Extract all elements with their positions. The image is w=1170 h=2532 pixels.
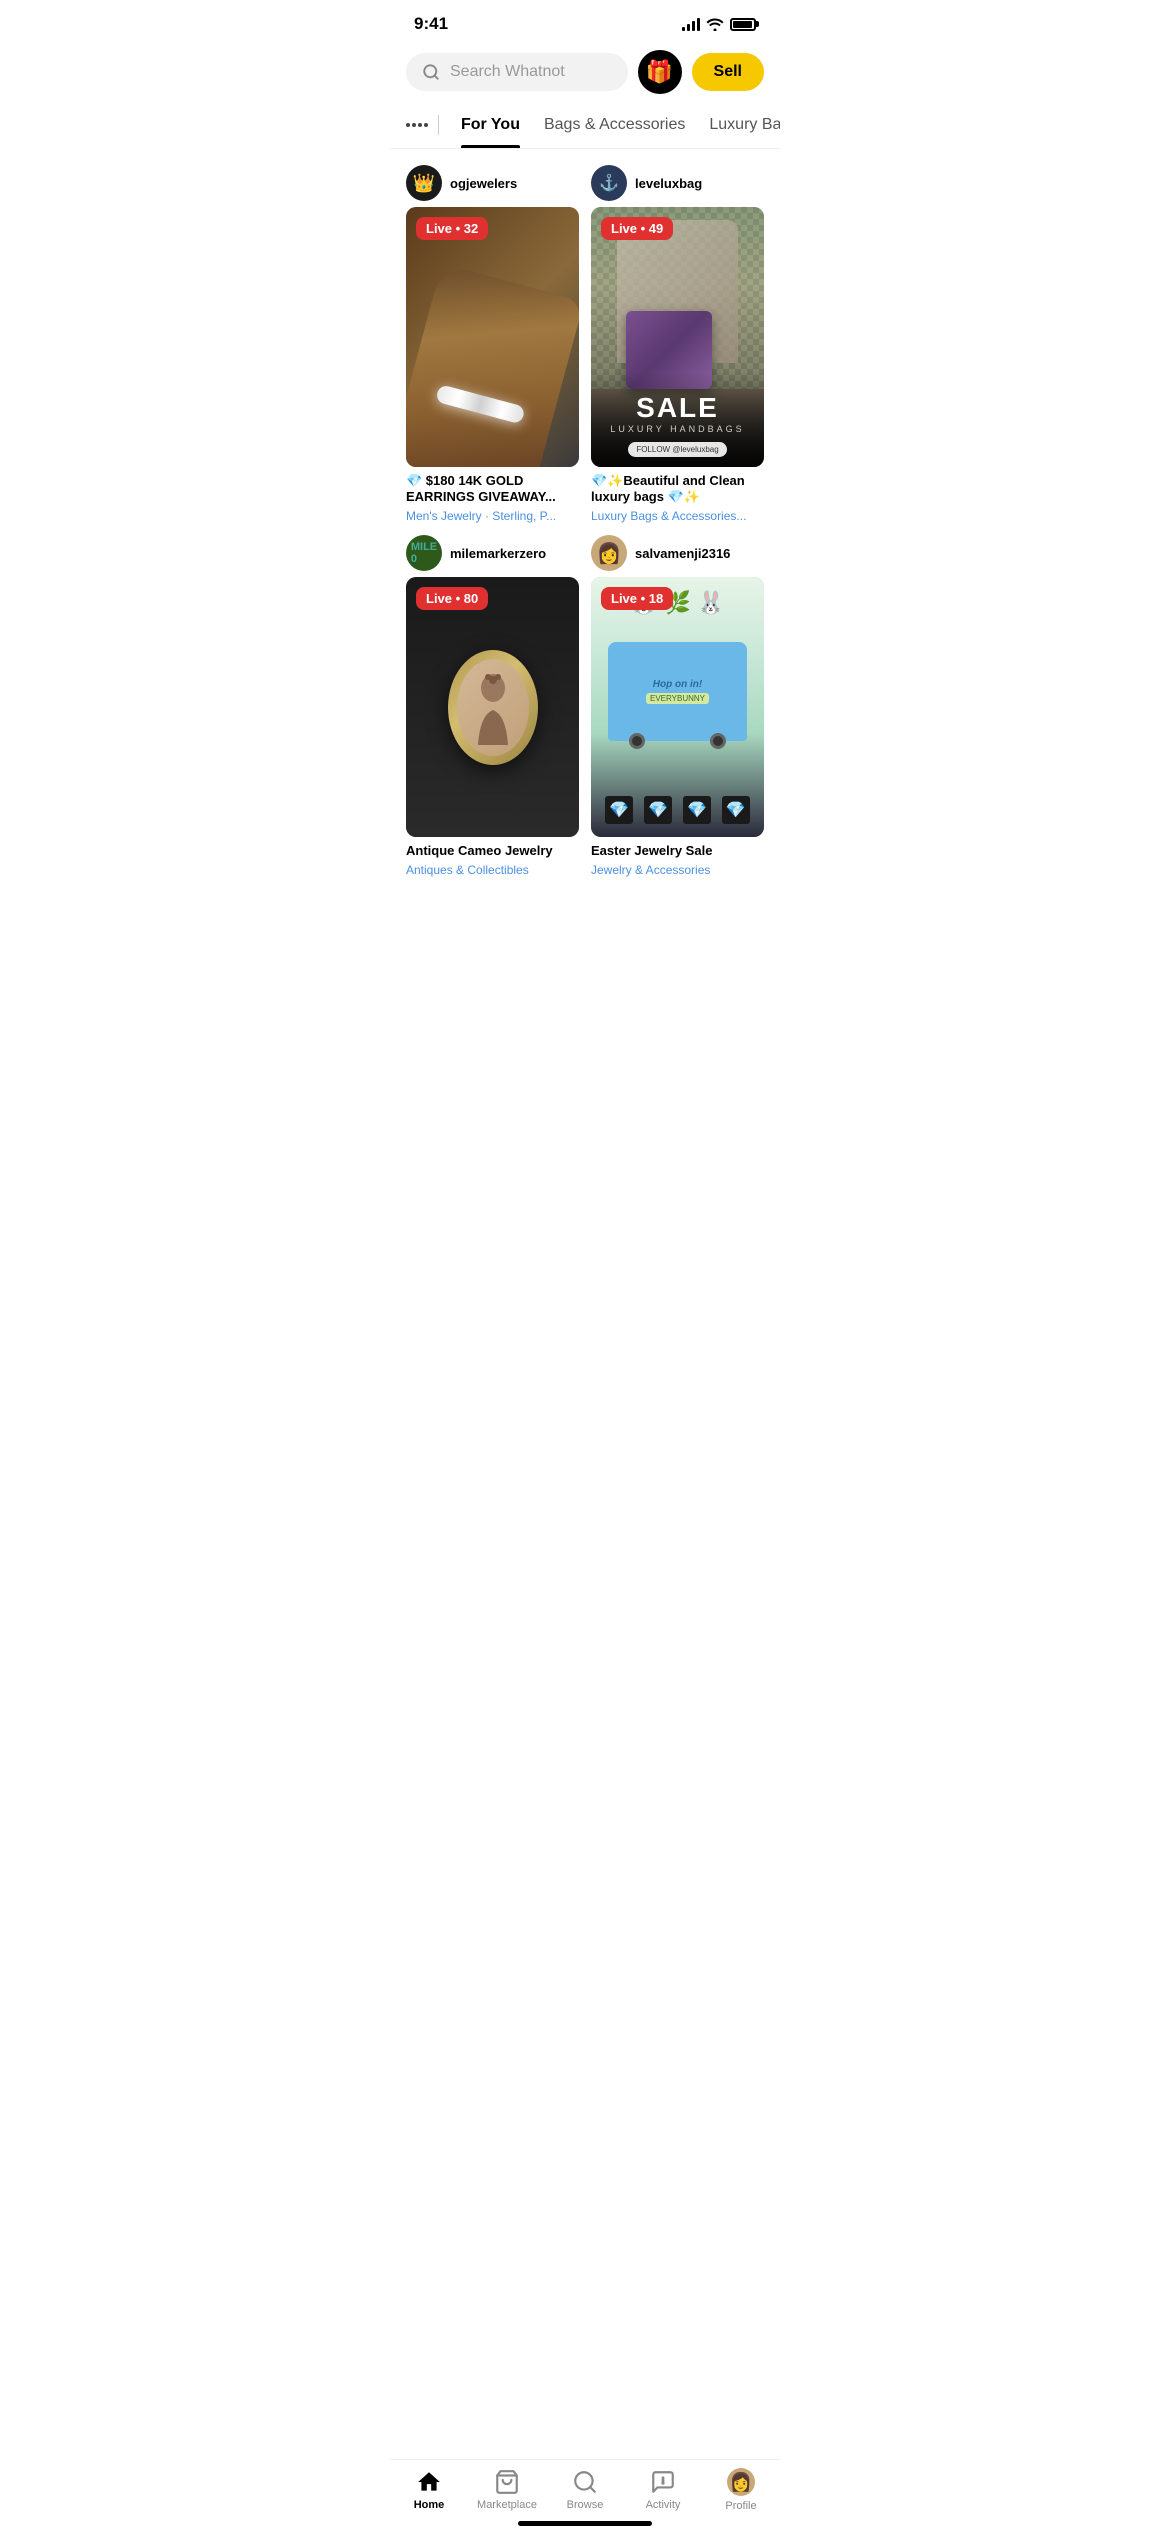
live-badge-salvamenji: Live • 18	[601, 587, 673, 610]
nav-marketplace[interactable]: Marketplace	[477, 2469, 537, 2511]
stream-info-ogjewelers: 💎 $180 14K GOLD EARRINGS GIVEAWAY... Men…	[406, 467, 579, 524]
username-ogjewelers: ogjewelers	[450, 176, 517, 191]
nav-profile-label: Profile	[725, 2500, 756, 2512]
stream-card-leveluxbag[interactable]: ⚓ leveluxbag SALE LUXURY HANDBAGS FOLLOW…	[591, 165, 764, 523]
category-tabs: For You Bags & Accessories Luxury Bags	[390, 102, 780, 149]
stream-card-salvamenji[interactable]: 👩 salvamenji2316 🐰 🌿 🐰 Hop on in! EVERYB…	[591, 535, 764, 876]
avatar-ogjewelers: 👑	[406, 165, 442, 201]
live-badge-ogjewelers: Live • 32	[416, 217, 488, 240]
live-badge-milemarkerzero: Live • 80	[416, 587, 488, 610]
avatar-leveluxbag: ⚓	[591, 165, 627, 201]
stream-title-leveluxbag: 💎✨Beautiful and Clean luxury bags 💎✨	[591, 473, 764, 507]
mile-zero-icon: MILE0	[411, 541, 437, 565]
username-leveluxbag: leveluxbag	[635, 176, 702, 191]
status-time: 9:41	[414, 14, 448, 34]
thumbnail-salvamenji: 🐰 🌿 🐰 Hop on in! EVERYBUNNY 💎	[591, 577, 764, 837]
status-icons	[682, 17, 756, 31]
nav-profile[interactable]: 👩 Profile	[711, 2468, 771, 2512]
username-milemarkerzero: milemarkerzero	[450, 546, 546, 561]
nav-home-label: Home	[414, 2499, 445, 2511]
nav-activity[interactable]: Activity	[633, 2469, 693, 2511]
stream-grid: 👑 ogjewelers Live • 32 💎 $180 14K GOLD E…	[390, 149, 780, 893]
nav-activity-label: Activity	[646, 2499, 681, 2511]
thumbnail-ogjewelers: Live • 32	[406, 207, 579, 467]
gift-button[interactable]: 🎁	[638, 50, 682, 94]
live-badge-leveluxbag: Live • 49	[601, 217, 673, 240]
ship-icon: ⚓	[599, 173, 619, 193]
avatar-salvamenji: 👩	[591, 535, 627, 571]
nav-browse[interactable]: Browse	[555, 2469, 615, 2511]
sale-text: SALE	[601, 392, 754, 424]
dots-menu[interactable]	[406, 123, 428, 127]
battery-icon	[730, 18, 756, 31]
thumbnail-milemarkerzero: Live • 80	[406, 577, 579, 837]
username-salvamenji: salvamenji2316	[635, 546, 730, 561]
stream-info-salvamenji: Easter Jewelry Sale Jewelry & Accessorie…	[591, 837, 764, 877]
nav-profile-avatar: 👩	[727, 2468, 755, 2496]
status-bar: 9:41	[390, 0, 780, 42]
sell-button[interactable]: Sell	[692, 53, 764, 91]
home-indicator	[518, 2521, 652, 2526]
marketplace-icon	[494, 2469, 520, 2495]
search-placeholder: Search Whatnot	[450, 63, 565, 81]
sale-sub: LUXURY HANDBAGS	[601, 424, 754, 434]
home-icon	[416, 2469, 442, 2495]
username-row: ⚓ leveluxbag	[591, 165, 764, 201]
crown-icon: 👑	[413, 173, 435, 194]
stream-category-ogjewelers: Men's Jewelry · Sterling, P...	[406, 509, 579, 523]
thumbnail-leveluxbag: SALE LUXURY HANDBAGS FOLLOW @leveluxbag …	[591, 207, 764, 467]
tab-divider	[438, 115, 439, 135]
stream-title-ogjewelers: 💎 $180 14K GOLD EARRINGS GIVEAWAY...	[406, 473, 579, 507]
activity-icon	[650, 2469, 676, 2495]
nav-browse-label: Browse	[567, 2499, 604, 2511]
stream-card-ogjewelers[interactable]: 👑 ogjewelers Live • 32 💎 $180 14K GOLD E…	[406, 165, 579, 523]
search-icon	[422, 63, 440, 81]
stream-card-milemarkerzero[interactable]: MILE0 milemarkerzero	[406, 535, 579, 876]
avatar-milemarkerzero: MILE0	[406, 535, 442, 571]
stream-info-milemarkerzero: Antique Cameo Jewelry Antiques & Collect…	[406, 837, 579, 877]
stream-category-salvamenji: Jewelry & Accessories	[591, 863, 764, 877]
tab-for-you[interactable]: For You	[449, 102, 532, 148]
username-row: 👩 salvamenji2316	[591, 535, 764, 571]
stream-title-milemarkerzero: Antique Cameo Jewelry	[406, 843, 579, 860]
nav-marketplace-label: Marketplace	[477, 2499, 537, 2511]
sale-overlay: SALE LUXURY HANDBAGS FOLLOW @leveluxbag	[591, 372, 764, 467]
follow-tag: FOLLOW @leveluxbag	[628, 442, 726, 457]
wifi-icon	[706, 17, 724, 31]
username-row: 👑 ogjewelers	[406, 165, 579, 201]
stream-title-salvamenji: Easter Jewelry Sale	[591, 843, 764, 860]
browse-icon	[572, 2469, 598, 2495]
nav-home[interactable]: Home	[399, 2469, 459, 2511]
stream-category-leveluxbag: Luxury Bags & Accessories...	[591, 509, 764, 523]
search-bar-row: Search Whatnot 🎁 Sell	[390, 42, 780, 102]
username-row: MILE0 milemarkerzero	[406, 535, 579, 571]
stream-category-milemarkerzero: Antiques & Collectibles	[406, 863, 579, 877]
tab-bags-accessories[interactable]: Bags & Accessories	[532, 102, 697, 148]
person-avatar-icon: 👩	[597, 541, 622, 566]
signal-icon	[682, 17, 700, 31]
stream-info-leveluxbag: 💎✨Beautiful and Clean luxury bags 💎✨ Lux…	[591, 467, 764, 524]
gift-icon: 🎁	[646, 59, 673, 85]
tab-luxury-bags[interactable]: Luxury Bags	[697, 102, 780, 148]
search-input-wrap[interactable]: Search Whatnot	[406, 53, 628, 91]
profile-avatar-icon: 👩	[730, 2472, 752, 2493]
